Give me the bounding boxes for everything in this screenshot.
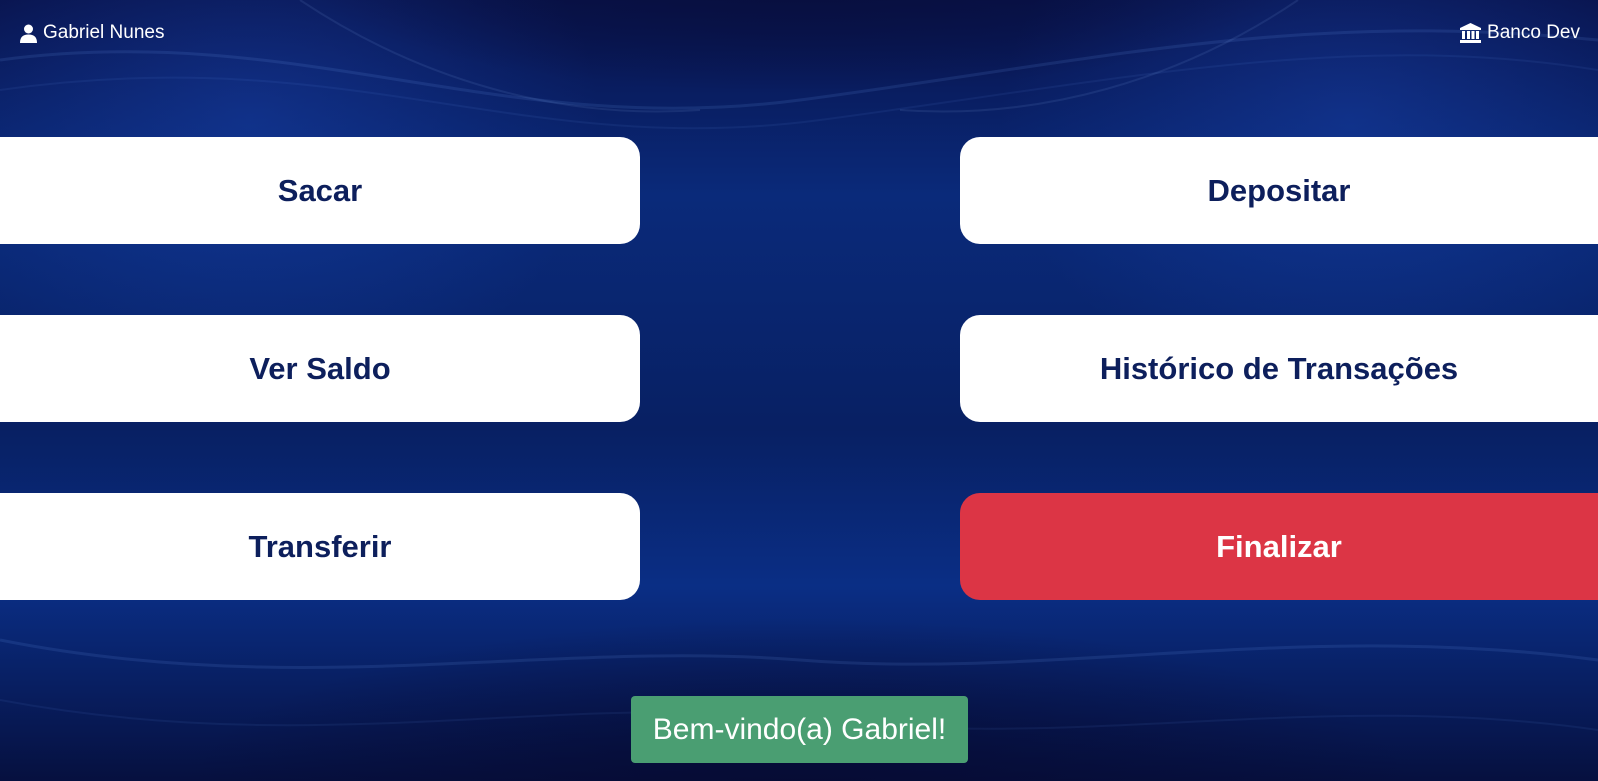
- bank-info: Banco Dev: [1460, 22, 1580, 44]
- transfer-button[interactable]: Transferir: [0, 493, 640, 600]
- withdraw-button[interactable]: Sacar: [0, 137, 640, 244]
- bank-icon: [1460, 23, 1482, 43]
- bank-name: Banco Dev: [1487, 22, 1580, 43]
- user-icon: [20, 24, 37, 43]
- deposit-button[interactable]: Depositar: [960, 137, 1598, 244]
- user-info: Gabriel Nunes: [20, 22, 164, 44]
- transaction-history-button[interactable]: Histórico de Transações: [960, 315, 1598, 422]
- view-balance-button[interactable]: Ver Saldo: [0, 315, 640, 422]
- user-name: Gabriel Nunes: [43, 22, 165, 43]
- welcome-toast: Bem-vindo(a) Gabriel!: [631, 696, 968, 763]
- finish-button[interactable]: Finalizar: [960, 493, 1598, 600]
